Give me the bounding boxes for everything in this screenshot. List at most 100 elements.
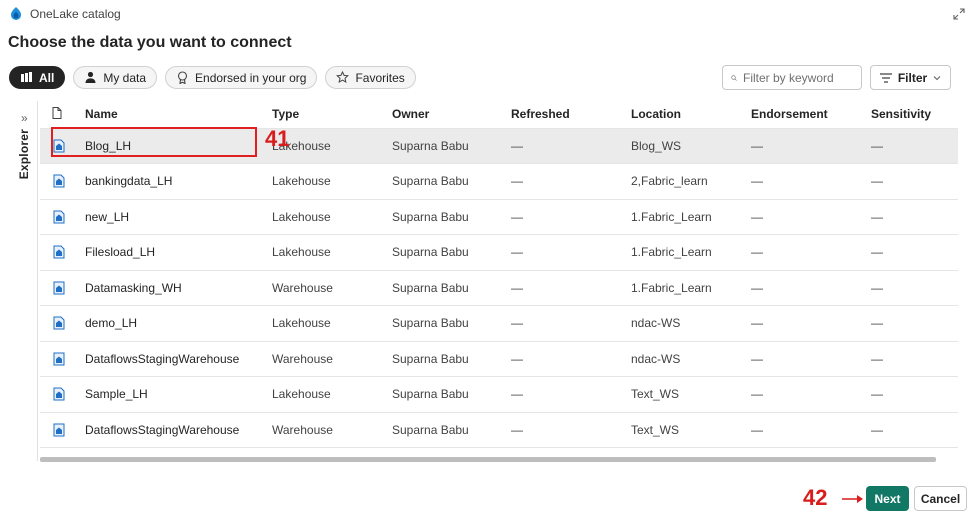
column-header-refreshed[interactable]: Refreshed: [511, 101, 631, 129]
search-box[interactable]: [722, 65, 862, 90]
cell-refreshed: —: [511, 341, 631, 377]
cell-owner: Suparna Babu: [392, 234, 511, 271]
cell-location: Blog_WS: [631, 128, 751, 164]
cell-name: Datamasking_WH: [85, 270, 272, 306]
pill-my-data-label: My data: [103, 70, 147, 85]
cell-location: 1.Fabric_Learn: [631, 270, 751, 306]
table-row[interactable]: demo_LH Lakehouse Suparna Babu — ndac-WS — —: [40, 305, 958, 342]
cell-type: Lakehouse: [272, 199, 392, 235]
cell-refreshed: —: [511, 128, 631, 164]
cell-endorsement: —: [751, 305, 871, 342]
pill-endorsed-label: Endorsed in your org: [195, 70, 307, 85]
title-bar: OneLake catalog: [8, 5, 121, 23]
table-row[interactable]: Filesload_LH Lakehouse Suparna Babu —1.Fabr…: [40, 234, 958, 271]
pill-favorites[interactable]: Favorites: [325, 66, 416, 89]
annotation-step-42: 42: [803, 485, 828, 510]
horizontal-scrollbar[interactable]: [40, 457, 936, 462]
cell-owner: Suparna Babu: [392, 305, 511, 342]
filter-button[interactable]: Filter: [870, 65, 951, 90]
cell-location: Text_WS: [631, 376, 751, 413]
cell-owner: Suparna Babu: [392, 163, 511, 200]
lakehouse-icon: [40, 199, 85, 235]
explorer-label: Explorer: [17, 129, 31, 180]
annotation-highlight-box: [51, 127, 257, 157]
ribbon-icon: [177, 71, 188, 84]
cell-sensitivity: —: [871, 270, 958, 306]
column-header-sensitivity[interactable]: Sensitivity: [871, 101, 958, 129]
cell-refreshed: —: [511, 234, 631, 271]
cell-endorsement: —: [751, 234, 871, 271]
pill-favorites-label: Favorites: [355, 70, 405, 85]
onelake-logo-icon: [11, 7, 21, 20]
lakehouse-icon: [40, 376, 85, 413]
person-icon: [85, 71, 96, 83]
table-row[interactable]: DataflowsStagingWarehouse Warehouse Suparn…: [40, 412, 958, 448]
cell-type: Lakehouse: [272, 234, 392, 271]
table-row[interactable]: Sample_LH Lakehouse Suparna Babu — Text_WS — —: [40, 376, 958, 413]
cell-endorsement: —: [751, 341, 871, 377]
column-header-endorsement[interactable]: Endorsement: [751, 101, 871, 129]
search-input[interactable]: [743, 70, 853, 85]
cell-type: Lakehouse: [272, 376, 392, 413]
cell-owner: Suparna Babu: [392, 270, 511, 306]
pill-all[interactable]: All: [9, 66, 66, 89]
cell-endorsement: —: [751, 270, 871, 306]
cell-location: 1.Fabric_Learn: [631, 234, 751, 271]
expand-icon[interactable]: [953, 8, 965, 20]
cell-name: bankingdata_LH: [85, 163, 272, 200]
table-row[interactable]: DataflowsStagingWarehouse Warehouse Suparn…: [40, 341, 958, 377]
cell-location: Text_WS: [631, 412, 751, 448]
cell-type: Warehouse: [272, 412, 392, 448]
pill-endorsed[interactable]: Endorsed in your org: [165, 66, 318, 89]
table-header: Name Type Owner Refreshed Location Endor…: [40, 101, 958, 129]
table-row[interactable]: Datamasking_WH Warehouse Suparna Babu —1.Fa…: [40, 270, 958, 306]
grid-icon: [21, 72, 32, 82]
cell-sensitivity: —: [871, 234, 958, 271]
lakehouse-icon: [40, 163, 85, 200]
cell-type: Lakehouse: [272, 128, 392, 164]
expand-explorer-icon[interactable]: »: [21, 111, 28, 125]
cell-location: 1.Fabric_Learn: [631, 199, 751, 235]
star-icon: [336, 71, 350, 83]
cell-owner: Suparna Babu: [392, 376, 511, 413]
pill-my-data[interactable]: My data: [73, 66, 158, 89]
cell-location: ndac-WS: [631, 341, 751, 377]
annotation-arrow-icon: [842, 495, 863, 503]
cell-location: 2,Fabric_learn: [631, 163, 751, 200]
cell-sensitivity: —: [871, 412, 958, 448]
cell-endorsement: —: [751, 128, 871, 164]
cell-refreshed: —: [511, 270, 631, 306]
warehouse-icon: [40, 270, 85, 306]
cell-refreshed: —: [511, 163, 631, 200]
chevron-down-icon: [933, 75, 941, 80]
lakehouse-icon: [40, 234, 85, 271]
filter-button-label: Filter: [897, 70, 928, 85]
cell-name: DataflowsStagingWarehouse: [85, 412, 272, 448]
file-type-header[interactable]: [40, 101, 85, 129]
cell-refreshed: —: [511, 305, 631, 342]
cell-name: Sample_LH: [85, 376, 272, 413]
cell-owner: Suparna Babu: [392, 199, 511, 235]
table-row[interactable]: new_LH Lakehouse Suparna Babu —1.Fabric_Lea…: [40, 199, 958, 235]
filter-lines-icon: [879, 72, 892, 83]
cell-type: Lakehouse: [272, 305, 392, 342]
cell-name: Filesload_LH: [85, 234, 272, 271]
cell-type: Warehouse: [272, 341, 392, 377]
pill-all-label: All: [39, 70, 55, 85]
column-header-owner[interactable]: Owner: [392, 101, 511, 129]
table-row[interactable]: bankingdata_LH Lakehouse Suparna Babu —2,Fa…: [40, 163, 958, 200]
column-header-type[interactable]: Type: [272, 101, 392, 129]
window-title: OneLake catalog: [30, 7, 121, 21]
cell-endorsement: —: [751, 199, 871, 235]
cell-owner: Suparna Babu: [392, 128, 511, 164]
cell-refreshed: —: [511, 199, 631, 235]
lakehouse-icon: [40, 305, 85, 342]
cell-name: DataflowsStagingWarehouse: [85, 341, 272, 377]
column-header-location[interactable]: Location: [631, 101, 751, 129]
cell-name: new_LH: [85, 199, 272, 235]
next-button[interactable]: Next: [866, 486, 909, 511]
cell-sensitivity: —: [871, 163, 958, 200]
column-header-name[interactable]: Name: [85, 101, 272, 129]
cancel-button[interactable]: Cancel: [914, 486, 967, 511]
cell-location: ndac-WS: [631, 305, 751, 342]
